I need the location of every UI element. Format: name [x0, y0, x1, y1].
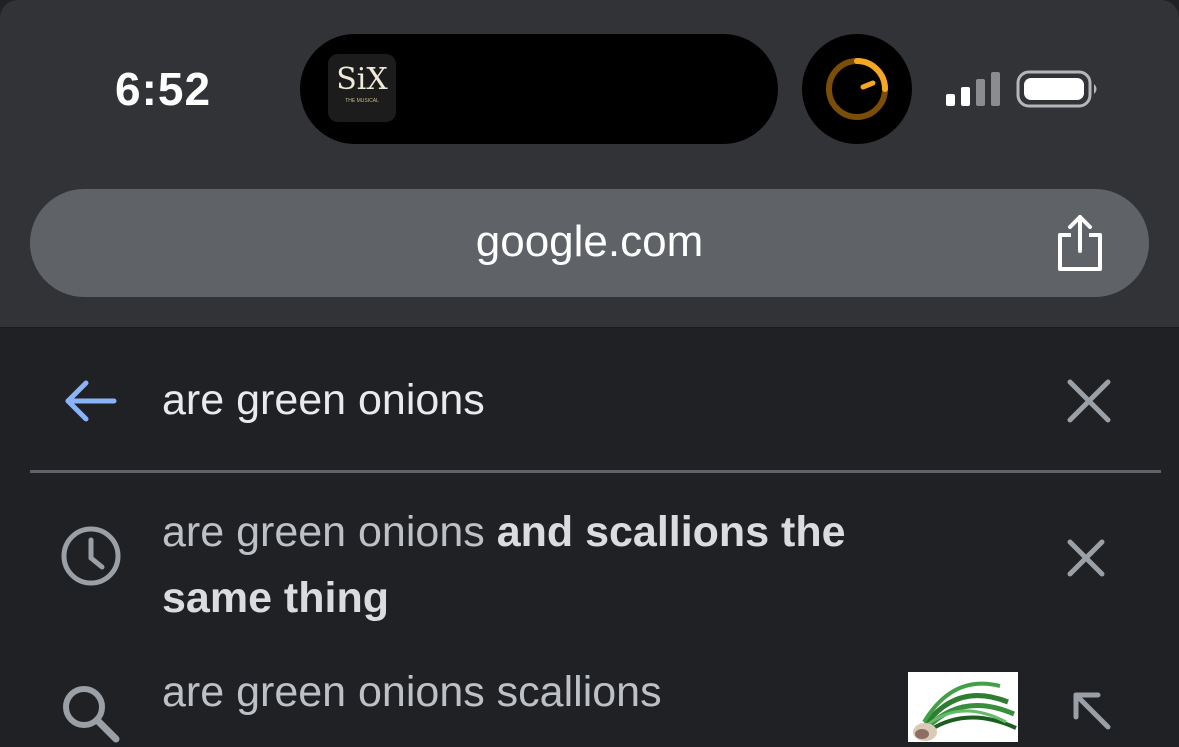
artwork-subtitle: THE MUSICAL [345, 98, 379, 104]
now-playing-artwork: SiX THE MUSICAL [328, 54, 396, 122]
green-onions-image [908, 672, 1018, 742]
browser-top-bar: 6:52 SiX THE MUSICAL google.com [0, 0, 1179, 328]
search-input[interactable]: are green onions [162, 376, 962, 425]
artwork-title: SiX [336, 62, 388, 97]
share-icon[interactable] [1052, 213, 1108, 275]
address-bar[interactable]: google.com [30, 189, 1149, 297]
suggestion-text: are green onions and scallions the same t… [162, 499, 942, 631]
dynamic-island[interactable]: SiX THE MUSICAL [300, 34, 778, 144]
status-time: 6:52 [115, 63, 212, 115]
close-icon[interactable] [1066, 538, 1106, 578]
timer-activity[interactable] [802, 34, 912, 144]
battery-icon [1016, 70, 1097, 108]
close-icon[interactable] [1066, 378, 1112, 424]
arrow-up-left-icon[interactable] [1068, 687, 1112, 731]
suggestion-history-item[interactable]: are green onions and scallions the same t… [0, 495, 1179, 645]
suggestion-search-item[interactable]: are green onions scallions [0, 655, 1179, 743]
search-box[interactable]: are green onions [0, 340, 1179, 470]
search-icon [63, 686, 120, 743]
url-text[interactable]: google.com [30, 217, 1149, 267]
suggestion-text: are green onions scallions [162, 668, 662, 716]
timer-ring-icon [826, 58, 888, 120]
cellular-signal-icon [946, 72, 1000, 106]
suggestion-completion-line1: and scallions the [496, 508, 846, 556]
back-arrow-icon[interactable] [62, 373, 118, 429]
clock-icon [61, 526, 121, 586]
search-divider [30, 470, 1161, 473]
suggestion-prefix: are green onions [162, 508, 485, 556]
suggestion-completion-line2: same thing [162, 574, 389, 622]
